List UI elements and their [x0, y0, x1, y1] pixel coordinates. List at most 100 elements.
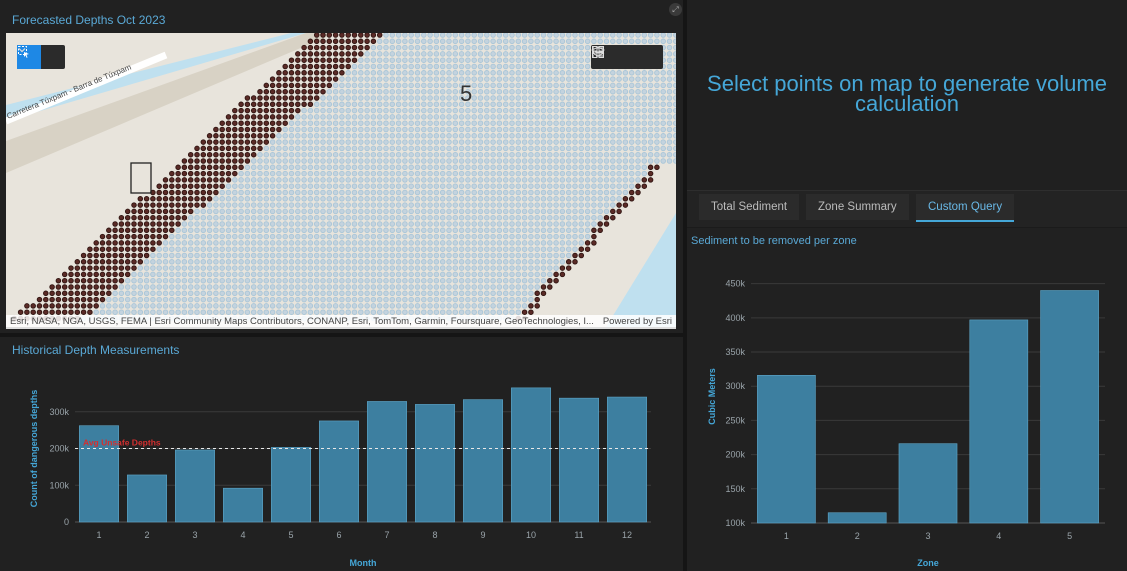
forecast-point[interactable] — [572, 189, 578, 196]
forecast-point[interactable] — [295, 265, 301, 271]
forecast-point[interactable] — [169, 265, 175, 271]
forecast-point[interactable] — [320, 38, 326, 45]
forecast-point[interactable] — [572, 139, 578, 145]
forecast-point[interactable] — [452, 202, 459, 208]
forecast-point[interactable] — [528, 44, 534, 51]
forecast-point[interactable] — [263, 189, 270, 196]
forecast-point[interactable] — [559, 145, 566, 152]
forecast-point[interactable] — [282, 76, 288, 82]
forecast-point[interactable] — [395, 126, 402, 133]
forecast-point[interactable] — [427, 33, 433, 38]
forecast-point[interactable] — [257, 259, 263, 265]
forecast-point[interactable] — [206, 265, 213, 271]
forecast-point[interactable] — [452, 95, 459, 101]
forecast-point[interactable] — [43, 296, 49, 303]
forecast-point[interactable] — [465, 284, 471, 290]
forecast-point[interactable] — [326, 95, 333, 101]
forecast-point[interactable] — [225, 246, 232, 252]
forecast-point[interactable] — [250, 151, 257, 158]
forecast-point[interactable] — [408, 208, 414, 215]
forecast-point[interactable] — [509, 63, 515, 70]
forecast-point[interactable] — [162, 221, 169, 227]
forecast-point[interactable] — [433, 296, 440, 303]
forecast-point[interactable] — [452, 51, 459, 57]
forecast-point[interactable] — [452, 44, 459, 51]
forecast-point[interactable] — [24, 309, 30, 315]
forecast-point[interactable] — [534, 151, 540, 158]
forecast-point[interactable] — [288, 202, 295, 208]
forecast-point[interactable] — [641, 133, 648, 139]
forecast-point[interactable] — [433, 82, 440, 89]
forecast-point[interactable] — [484, 57, 490, 63]
forecast-point[interactable] — [339, 158, 345, 164]
forecast-point[interactable] — [269, 233, 276, 240]
forecast-point[interactable] — [635, 177, 641, 183]
forecast-point[interactable] — [276, 76, 282, 82]
forecast-point[interactable] — [187, 202, 194, 208]
forecast-point[interactable] — [484, 296, 490, 303]
forecast-point[interactable] — [276, 296, 282, 303]
forecast-point[interactable] — [660, 133, 666, 139]
forecast-point[interactable] — [370, 296, 377, 303]
forecast-point[interactable] — [263, 246, 270, 252]
forecast-point[interactable] — [471, 151, 477, 158]
forecast-point[interactable] — [597, 88, 603, 95]
forecast-point[interactable] — [364, 296, 370, 303]
forecast-point[interactable] — [559, 101, 566, 108]
forecast-point[interactable] — [68, 277, 74, 284]
forecast-point[interactable] — [477, 309, 484, 315]
forecast-point[interactable] — [200, 277, 207, 284]
forecast-point[interactable] — [232, 183, 238, 189]
forecast-point[interactable] — [471, 233, 477, 240]
forecast-point[interactable] — [502, 183, 509, 189]
forecast-point[interactable] — [232, 284, 238, 290]
forecast-point[interactable] — [143, 259, 150, 265]
forecast-point[interactable] — [421, 202, 427, 208]
forecast-point[interactable] — [584, 145, 591, 152]
bar[interactable] — [1040, 290, 1099, 524]
forecast-point[interactable] — [162, 259, 169, 265]
forecast-point[interactable] — [370, 265, 377, 271]
forecast-point[interactable] — [584, 214, 591, 221]
forecast-point[interactable] — [250, 95, 257, 101]
forecast-point[interactable] — [509, 214, 515, 221]
forecast-point[interactable] — [622, 189, 629, 196]
forecast-point[interactable] — [414, 246, 421, 252]
forecast-point[interactable] — [597, 221, 603, 227]
forecast-point[interactable] — [358, 252, 364, 259]
forecast-point[interactable] — [206, 221, 213, 227]
forecast-point[interactable] — [484, 44, 490, 51]
forecast-point[interactable] — [150, 284, 156, 290]
forecast-point[interactable] — [565, 196, 572, 202]
forecast-point[interactable] — [345, 227, 351, 234]
forecast-point[interactable] — [364, 63, 370, 70]
forecast-point[interactable] — [301, 51, 307, 57]
forecast-point[interactable] — [206, 183, 213, 189]
forecast-point[interactable] — [471, 126, 477, 133]
forecast-point[interactable] — [421, 33, 427, 38]
forecast-point[interactable] — [358, 246, 364, 252]
forecast-point[interactable] — [257, 271, 263, 278]
forecast-point[interactable] — [143, 290, 150, 297]
forecast-point[interactable] — [660, 101, 666, 108]
forecast-point[interactable] — [181, 227, 188, 234]
forecast-point[interactable] — [282, 296, 288, 303]
forecast-point[interactable] — [376, 196, 383, 202]
forecast-point[interactable] — [244, 177, 251, 183]
forecast-point[interactable] — [628, 107, 635, 114]
forecast-point[interactable] — [597, 227, 603, 234]
forecast-point[interactable] — [446, 277, 452, 284]
forecast-point[interactable] — [345, 95, 351, 101]
forecast-point[interactable] — [143, 246, 150, 252]
forecast-point[interactable] — [219, 164, 225, 171]
forecast-point[interactable] — [584, 240, 591, 246]
forecast-point[interactable] — [521, 133, 528, 139]
forecast-point[interactable] — [276, 196, 282, 202]
forecast-point[interactable] — [578, 33, 585, 38]
forecast-point[interactable] — [458, 271, 465, 278]
forecast-point[interactable] — [471, 95, 477, 101]
forecast-point[interactable] — [364, 240, 370, 246]
forecast-point[interactable] — [540, 233, 547, 240]
forecast-point[interactable] — [427, 101, 433, 108]
forecast-point[interactable] — [471, 271, 477, 278]
